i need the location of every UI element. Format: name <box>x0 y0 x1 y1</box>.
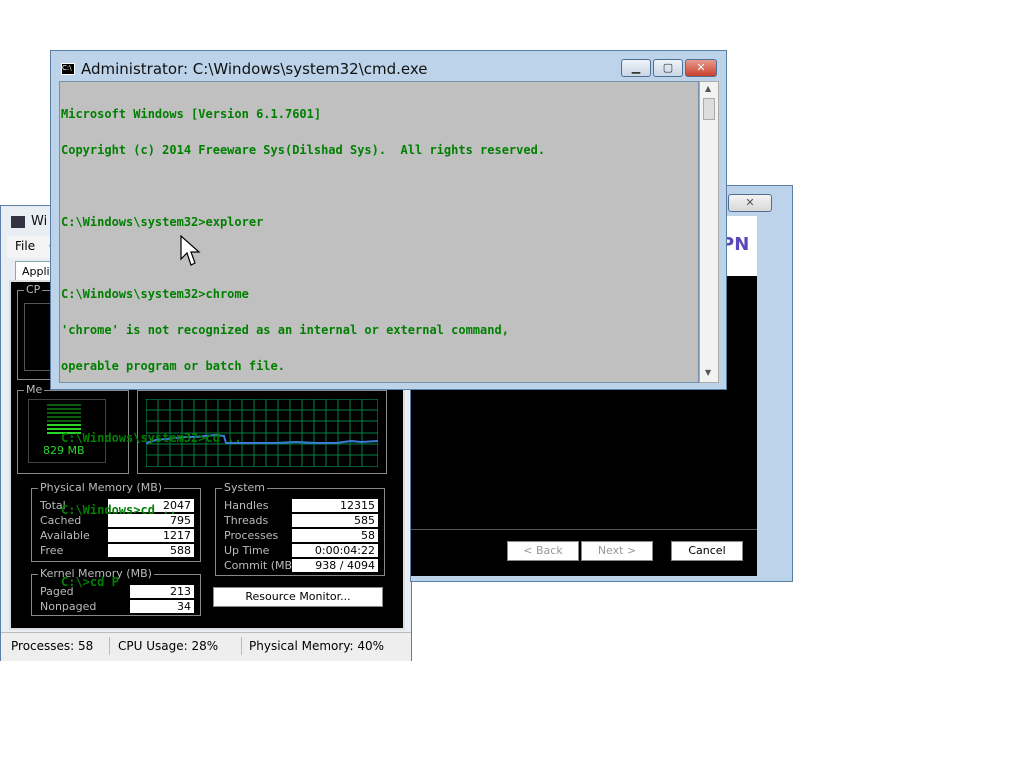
scroll-down-icon[interactable]: ▼ <box>705 368 711 377</box>
window-title: Wi <box>31 214 48 229</box>
console-line: C:\Windows\system32>chrome <box>61 287 249 301</box>
status-processes: Processes: 58 <box>11 639 94 653</box>
window-title: Administrator: C:\Windows\system32\cmd.e… <box>81 60 428 78</box>
console-line: 'chrome' is not recognized as an interna… <box>61 323 509 337</box>
console-line: C:\>cd P <box>61 575 119 589</box>
status-divider <box>241 637 242 655</box>
cmd-icon: C:\ <box>61 63 75 75</box>
cpu-usage-label: CP <box>24 283 43 296</box>
console-output[interactable]: Microsoft Windows [Version 6.1.7601] Cop… <box>59 81 699 588</box>
status-divider <box>109 637 110 655</box>
close-icon[interactable]: ✕ <box>685 59 717 77</box>
maximize-icon[interactable]: ▢ <box>653 59 683 77</box>
status-memory: Physical Memory: 40% <box>249 639 385 653</box>
status-cpu: CPU Usage: 28% <box>118 639 219 653</box>
console-line: Copyright (c) 2014 Freeware Sys(Dilshad … <box>61 143 546 157</box>
mouse-cursor-icon <box>180 235 201 266</box>
console-line: Microsoft Windows [Version 6.1.7601] <box>61 107 322 121</box>
memory-label: Me <box>24 383 45 396</box>
menu-file[interactable]: File <box>15 239 35 253</box>
scroll-thumb[interactable] <box>703 98 715 120</box>
console-line: operable program or batch file. <box>61 359 285 373</box>
stat-label: Free <box>40 544 64 557</box>
scroll-up-icon[interactable]: ▲ <box>705 84 711 93</box>
minimize-icon[interactable]: ▁ <box>621 59 651 77</box>
console-line: C:\Windows\system32>cd .. <box>61 431 242 445</box>
console-line: C:\Windows>cd .. <box>61 503 177 517</box>
console-scrollbar[interactable]: ▲ ▼ <box>699 81 719 383</box>
console-line: C:\Windows\system32>explorer <box>61 215 264 229</box>
cmd-window: C:\ Administrator: C:\Windows\system32\c… <box>50 50 727 588</box>
status-bar: Processes: 58 CPU Usage: 28% Physical Me… <box>1 632 411 661</box>
task-manager-icon <box>11 216 25 228</box>
close-icon[interactable]: ✕ <box>728 194 772 212</box>
